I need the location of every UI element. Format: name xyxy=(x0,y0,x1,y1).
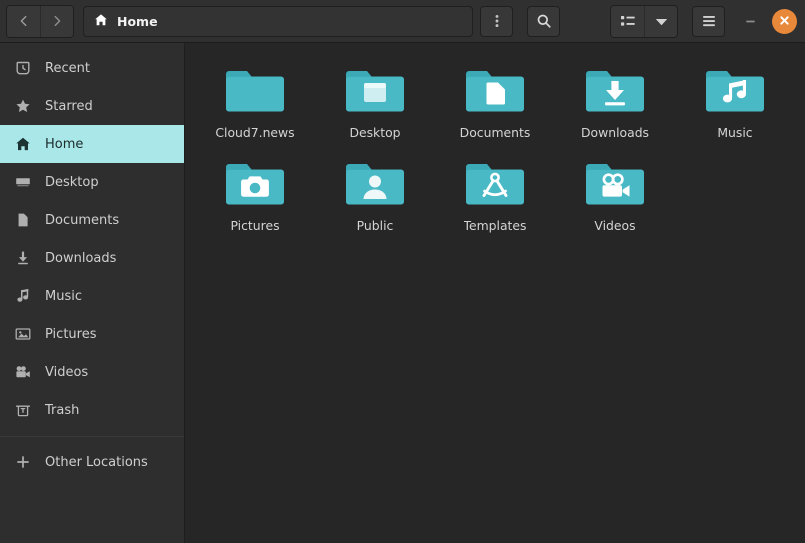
folder-plain-icon xyxy=(223,61,287,119)
file-item[interactable]: Desktop xyxy=(315,55,435,144)
sidebar-item-trash[interactable]: Trash xyxy=(0,391,184,429)
minimize-icon xyxy=(744,12,757,31)
sidebar-item-label: Music xyxy=(45,288,82,304)
document-icon xyxy=(14,212,31,229)
trash-icon xyxy=(14,402,31,419)
close-button[interactable] xyxy=(772,8,797,34)
file-item[interactable]: Pictures xyxy=(195,148,315,237)
hamburger-menu-icon xyxy=(701,14,717,28)
file-label: Downloads xyxy=(580,125,650,140)
minimize-button[interactable] xyxy=(737,8,763,34)
folder-public-icon xyxy=(343,154,407,212)
sidebar-item-label: Home xyxy=(45,136,84,152)
file-view: Cloud7.news Desktop Documents Downloads … xyxy=(185,43,805,543)
video-icon xyxy=(14,364,31,381)
chevron-down-icon xyxy=(655,17,668,26)
sidebar-item-label: Trash xyxy=(45,402,80,418)
file-item[interactable]: Public xyxy=(315,148,435,237)
sidebar-item-label: Pictures xyxy=(45,326,97,342)
file-item[interactable]: Videos xyxy=(555,148,675,237)
chevron-left-icon xyxy=(17,14,31,28)
home-icon xyxy=(14,136,31,153)
home-icon xyxy=(94,12,108,31)
sidebar-item-label: Documents xyxy=(45,212,120,228)
file-label: Pictures xyxy=(230,218,280,233)
search-icon xyxy=(536,13,552,29)
sidebar-item-label: Recent xyxy=(45,60,90,76)
path-menu-button[interactable] xyxy=(480,5,513,37)
sidebar-item-label: Other Locations xyxy=(45,454,148,470)
list-view-icon xyxy=(620,14,636,28)
sidebar-item-label: Videos xyxy=(45,364,89,380)
folder-templates-icon xyxy=(463,154,527,212)
vertical-dots-icon xyxy=(490,13,504,29)
sidebar-item-videos[interactable]: Videos xyxy=(0,353,184,391)
main-menu-button[interactable] xyxy=(692,5,725,37)
clock-icon xyxy=(14,60,31,77)
file-grid: Cloud7.news Desktop Documents Downloads … xyxy=(195,55,795,237)
chevron-right-icon xyxy=(50,14,64,28)
sidebar-item-label: Starred xyxy=(45,98,93,114)
sidebar-item-downloads[interactable]: Downloads xyxy=(0,239,184,277)
folder-pictures-icon xyxy=(223,154,287,212)
picture-icon xyxy=(14,326,31,343)
file-label: Documents xyxy=(459,125,531,140)
file-item[interactable]: Documents xyxy=(435,55,555,144)
sidebar-item-label: Desktop xyxy=(45,174,99,190)
file-label: Public xyxy=(356,218,394,233)
view-options-button[interactable] xyxy=(644,5,677,37)
window-controls xyxy=(737,8,797,34)
folder-documents-icon xyxy=(463,61,527,119)
sidebar-item-starred[interactable]: Starred xyxy=(0,87,184,125)
sidebar-item-home[interactable]: Home xyxy=(0,125,184,163)
file-item[interactable]: Templates xyxy=(435,148,555,237)
folder-desktop-icon xyxy=(343,61,407,119)
file-item[interactable]: Downloads xyxy=(555,55,675,144)
file-item[interactable]: Music xyxy=(675,55,795,144)
sidebar-item-pictures[interactable]: Pictures xyxy=(0,315,184,353)
navigation-button-group xyxy=(6,4,74,38)
desktop-icon xyxy=(14,174,31,191)
search-button[interactable] xyxy=(527,5,560,37)
file-label: Videos xyxy=(594,218,636,233)
sidebar-item-documents[interactable]: Documents xyxy=(0,201,184,239)
folder-music-icon xyxy=(703,61,767,119)
star-icon xyxy=(14,98,31,115)
header-bar: Home xyxy=(0,0,805,43)
file-label: Desktop xyxy=(349,125,401,140)
file-label: Templates xyxy=(463,218,527,233)
sidebar-separator xyxy=(0,436,184,437)
forward-button[interactable] xyxy=(40,5,73,37)
file-label: Cloud7.news xyxy=(215,125,295,140)
list-view-button[interactable] xyxy=(611,5,644,37)
sidebar: Recent Starred Home Desktop Documents Do… xyxy=(0,43,185,543)
sidebar-item-music[interactable]: Music xyxy=(0,277,184,315)
back-button[interactable] xyxy=(7,5,40,37)
path-bar[interactable]: Home xyxy=(83,5,473,37)
sidebar-item-other-locations[interactable]: Other Locations xyxy=(0,443,184,481)
folder-downloads-icon xyxy=(583,61,647,119)
window-body: Recent Starred Home Desktop Documents Do… xyxy=(0,43,805,543)
close-icon xyxy=(778,12,791,31)
download-icon xyxy=(14,250,31,267)
file-label: Music xyxy=(717,125,753,140)
sidebar-item-desktop[interactable]: Desktop xyxy=(0,163,184,201)
sidebar-item-recent[interactable]: Recent xyxy=(0,49,184,87)
path-bar-label: Home xyxy=(117,13,158,29)
folder-videos-icon xyxy=(583,154,647,212)
view-button-group xyxy=(610,4,678,38)
plus-icon xyxy=(14,454,31,471)
sidebar-item-label: Downloads xyxy=(45,250,117,266)
music-icon xyxy=(14,288,31,305)
file-item[interactable]: Cloud7.news xyxy=(195,55,315,144)
file-manager-window: Home Recent Starred Home Desktop Documen… xyxy=(0,0,805,543)
